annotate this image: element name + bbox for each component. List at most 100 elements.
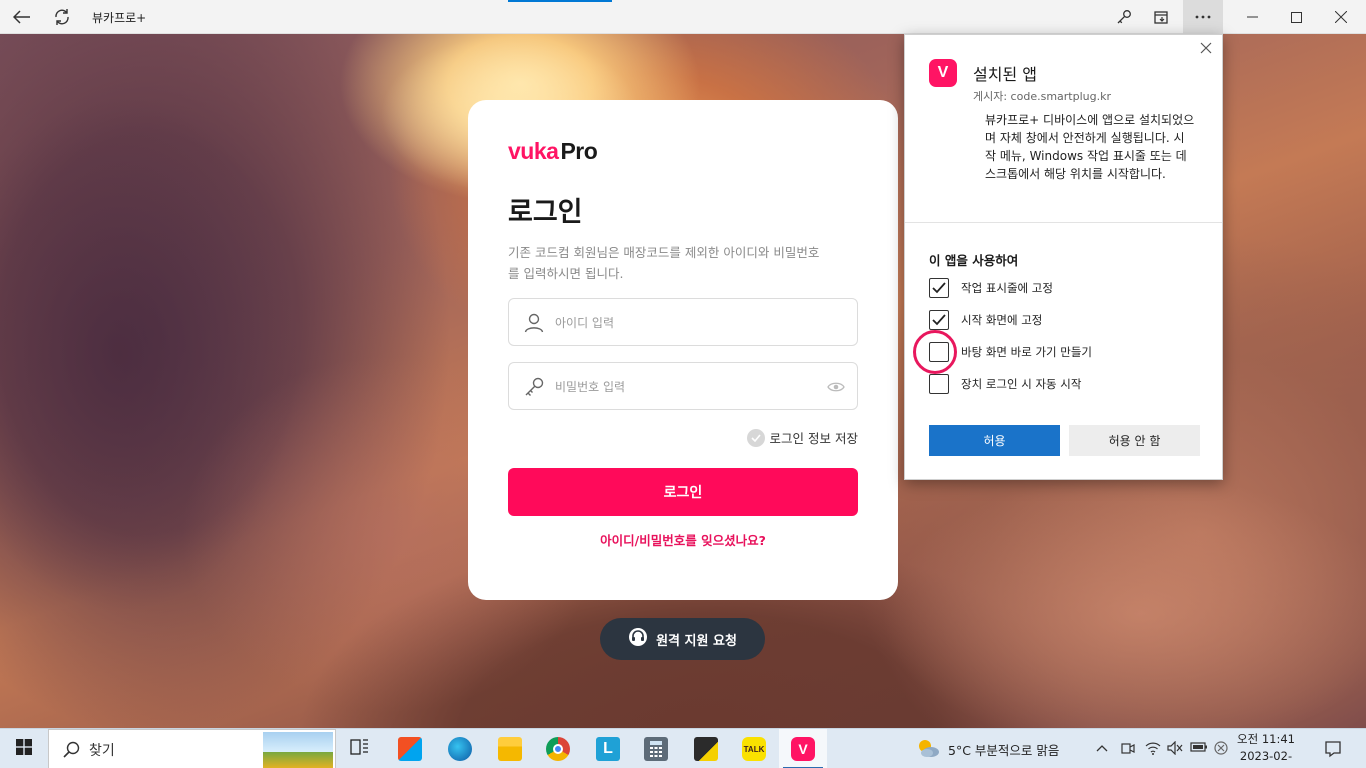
taskbar-calculator[interactable]: [632, 729, 680, 768]
taskbar-kakaotalk[interactable]: TALK: [730, 729, 778, 768]
volume-muted-icon[interactable]: [1167, 740, 1183, 759]
l-app-icon: L: [596, 737, 620, 761]
close-icon: [1335, 11, 1347, 23]
title-accent-line: [508, 0, 612, 2]
start-button[interactable]: [0, 729, 48, 768]
window-title: 뷰카프로+: [92, 11, 147, 25]
vukapro-logo: vukaPro: [508, 138, 598, 165]
allow-button[interactable]: 허용: [929, 425, 1060, 456]
login-button[interactable]: 로그인: [508, 468, 858, 516]
permissions-button[interactable]: [1104, 0, 1144, 34]
taskbar-edge[interactable]: [436, 729, 484, 768]
remote-support-button[interactable]: 원격 지원 요청: [600, 618, 765, 660]
search-icon: [63, 741, 80, 762]
popup-description: 뷰카프로+ 디바이스에 앱으로 설치되었으며 자체 창에서 안전하게 실행됩니다…: [985, 113, 1195, 181]
taskbar-file-explorer[interactable]: [486, 729, 534, 768]
kakaotalk-icon: TALK: [742, 737, 766, 761]
taskbar-l-app[interactable]: L: [584, 729, 632, 768]
checkbox-auto-start[interactable]: [929, 374, 949, 394]
more-options-button[interactable]: [1183, 0, 1223, 34]
option-label: 장치 로그인 시 자동 시작: [961, 377, 1082, 391]
login-title: 로그인: [508, 197, 583, 228]
minimize-button[interactable]: [1229, 0, 1275, 34]
options-section-title: 이 앱을 사용하여: [929, 253, 1019, 268]
folder-icon: [498, 737, 522, 761]
weather-text: 5°C 부분적으로 맑음: [948, 742, 1060, 758]
forgot-credentials-link[interactable]: 아이디/비밀번호를 잊으셨나요?: [468, 530, 898, 549]
logo-brand: vuka: [508, 138, 559, 164]
store-icon: [398, 737, 422, 761]
password-input[interactable]: [555, 375, 815, 399]
option-label: 시작 화면에 고정: [961, 313, 1043, 327]
meet-now-icon[interactable]: [1121, 741, 1135, 759]
refresh-button[interactable]: [42, 0, 82, 34]
eye-icon[interactable]: [827, 378, 845, 396]
taskbar-search-box[interactable]: 찾기: [48, 729, 336, 768]
maximize-button[interactable]: [1273, 0, 1319, 34]
login-card: vukaPro 로그인 기존 코드컴 회원님은 매장코드를 제외한 아이디와 비…: [468, 100, 898, 600]
installed-app-popup: V 설치된 앱 게시자: code.smartplug.kr 뷰카프로+ 디바이…: [904, 34, 1223, 480]
remember-login-label: 로그인 정보 저장: [769, 431, 858, 446]
partly-sunny-icon: [916, 737, 940, 762]
edge-icon: [448, 737, 472, 761]
app-install-icon: [1153, 9, 1169, 25]
option-label: 바탕 화면 바로 가기 만들기: [961, 345, 1093, 359]
remote-support-label: 원격 지원 요청: [656, 633, 737, 649]
option-pin-taskbar[interactable]: 작업 표시줄에 고정: [929, 278, 1053, 298]
back-arrow-icon: [13, 10, 31, 24]
windows-logo-icon: [16, 739, 32, 759]
taskbar: 찾기 L TALK V 5°C 부분적으로 맑음 오전 11:41 2023-0…: [0, 728, 1366, 768]
close-window-button[interactable]: [1318, 0, 1364, 34]
network-icon[interactable]: [1145, 741, 1161, 759]
system-clock[interactable]: 오전 11:41 2023-02-09: [1236, 731, 1296, 768]
popup-divider: [905, 222, 1222, 223]
taskbar-chrome[interactable]: [534, 729, 582, 768]
close-popup-icon[interactable]: [1198, 40, 1214, 56]
logo-suffix: Pro: [560, 138, 598, 164]
user-icon: [523, 312, 545, 334]
chevron-up-icon[interactable]: [1096, 741, 1108, 756]
clock-time: 오전 11:41: [1237, 732, 1295, 746]
password-field[interactable]: [508, 362, 858, 410]
clock-date: 2023-02-09: [1239, 749, 1293, 768]
taskbar-task-view[interactable]: [336, 729, 384, 768]
app-available-button[interactable]: [1141, 0, 1181, 34]
checkbox-pin-start[interactable]: [929, 310, 949, 330]
vukapro-app-icon: V: [929, 59, 957, 87]
search-label: 찾기: [89, 743, 115, 759]
deny-button[interactable]: 허용 안 함: [1069, 425, 1200, 456]
option-pin-start[interactable]: 시작 화면에 고정: [929, 310, 1042, 330]
title-bar: 뷰카프로+: [0, 0, 1366, 34]
calculator-icon: [644, 737, 668, 761]
maximize-icon: [1290, 11, 1302, 23]
notification-icon[interactable]: [1318, 737, 1348, 761]
task-view-icon: [350, 738, 370, 760]
option-auto-start[interactable]: 장치 로그인 시 자동 시작: [929, 374, 1081, 394]
login-description: 기존 코드컴 회원님은 매장코드를 제외한 아이디와 비밀번호를 입력하시면 됩…: [508, 245, 820, 281]
weather-widget[interactable]: 5°C 부분적으로 맑음: [916, 729, 1059, 768]
key-icon: [1116, 9, 1132, 25]
minimize-icon: [1246, 16, 1258, 18]
vukapro-taskbar-icon: V: [791, 737, 815, 761]
taskbar-sticky-notes[interactable]: [682, 729, 730, 768]
option-label: 작업 표시줄에 고정: [961, 281, 1053, 295]
headset-icon: [628, 627, 648, 651]
highlight-circle: [913, 330, 957, 374]
search-highlight-image: [263, 732, 333, 768]
no-entry-icon[interactable]: [1214, 741, 1228, 759]
id-input[interactable]: [555, 311, 815, 335]
id-field[interactable]: [508, 298, 858, 346]
taskbar-vukapro[interactable]: V: [779, 729, 827, 768]
battery-icon[interactable]: [1190, 741, 1208, 757]
publisher-text: 게시자: code.smartplug.kr: [973, 90, 1111, 103]
taskbar-store[interactable]: [386, 729, 434, 768]
refresh-icon: [53, 8, 71, 26]
chrome-icon: [546, 737, 570, 761]
remember-login-toggle[interactable]: 로그인 정보 저장: [746, 428, 858, 447]
key-icon: [523, 376, 545, 398]
sticky-notes-icon: [694, 737, 718, 761]
check-circle-icon[interactable]: [746, 428, 765, 447]
checkbox-pin-taskbar[interactable]: [929, 278, 949, 298]
more-dots-icon: [1195, 15, 1211, 19]
back-button[interactable]: [2, 0, 42, 34]
